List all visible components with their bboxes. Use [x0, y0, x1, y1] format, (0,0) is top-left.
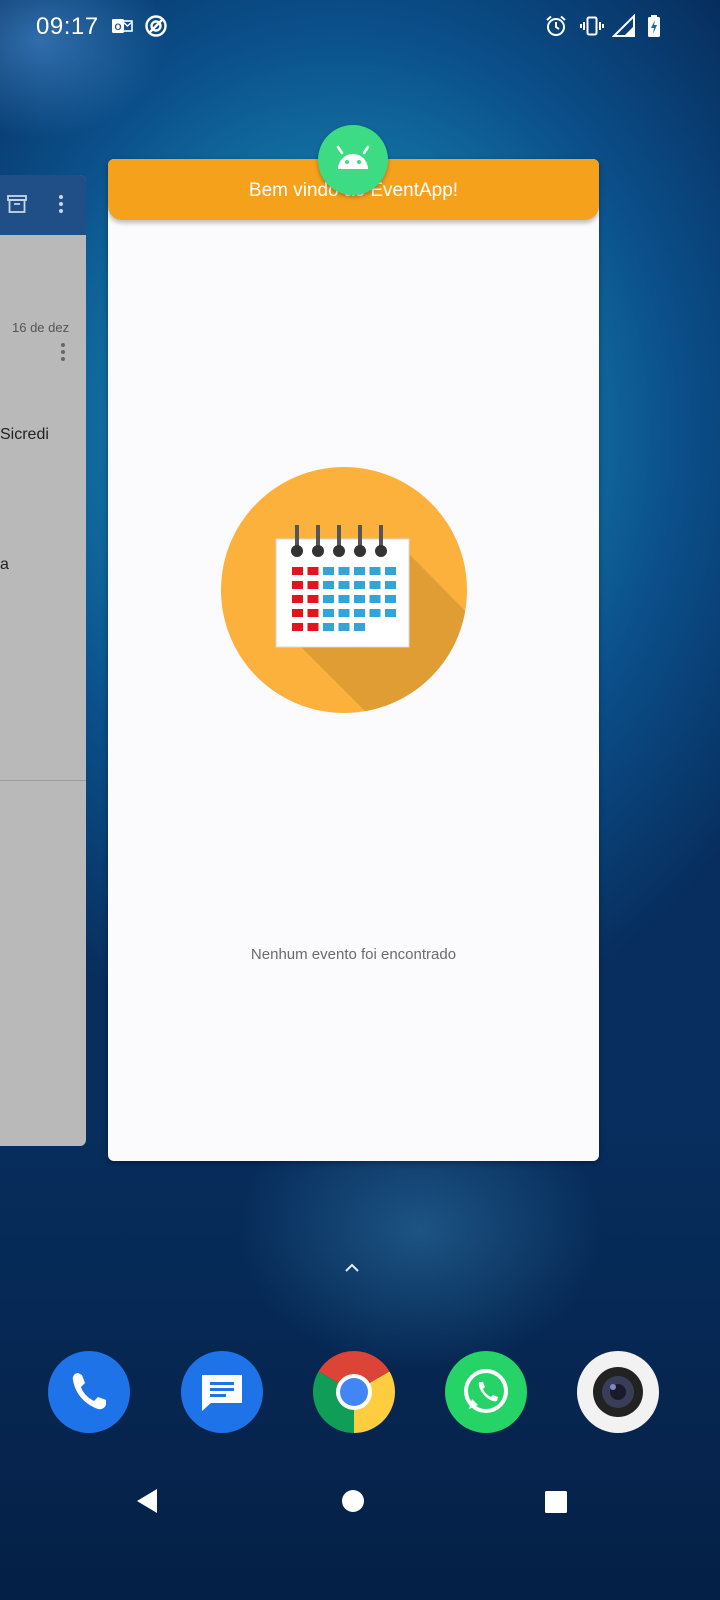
status-bar: 09:17 O — [0, 0, 720, 54]
swipe-up-chevron-icon[interactable] — [341, 1261, 363, 1275]
svg-text:O: O — [114, 22, 121, 32]
home-button[interactable] — [341, 1489, 365, 1513]
message-overflow-icon — [58, 342, 68, 362]
android-icon[interactable] — [318, 125, 388, 195]
message-snippet: a — [0, 556, 9, 573]
recent-app-card-left[interactable]: 16 de dez Sicredi a — [0, 175, 86, 1146]
calendar-icon — [221, 467, 467, 713]
back-button[interactable] — [135, 1487, 159, 1515]
message-date: 16 de dez — [12, 320, 70, 335]
vpn-icon — [144, 14, 168, 38]
battery-charging-icon — [642, 14, 666, 38]
vibrate-icon — [580, 14, 604, 38]
recents-button[interactable] — [544, 1490, 568, 1514]
status-time: 09:17 — [36, 13, 99, 40]
phone-icon[interactable] — [48, 1351, 130, 1433]
chrome-icon[interactable] — [313, 1351, 395, 1433]
divider — [0, 780, 86, 781]
signal-icon — [611, 13, 636, 38]
outlook-icon: O — [110, 14, 134, 38]
camera-icon[interactable] — [577, 1351, 659, 1433]
overflow-menu-icon[interactable] — [56, 193, 66, 215]
left-card-toolbar — [0, 175, 86, 235]
empty-state-message: Nenhum evento foi encontrado — [250, 946, 457, 963]
alarm-icon — [544, 14, 568, 38]
messages-icon[interactable] — [181, 1351, 263, 1433]
archive-icon[interactable] — [6, 193, 28, 215]
message-snippet: Sicredi — [0, 426, 49, 443]
recent-app-card-eventapp[interactable]: Bem vindo ao EventApp! — [108, 159, 599, 1161]
whatsapp-icon[interactable] — [445, 1351, 527, 1433]
